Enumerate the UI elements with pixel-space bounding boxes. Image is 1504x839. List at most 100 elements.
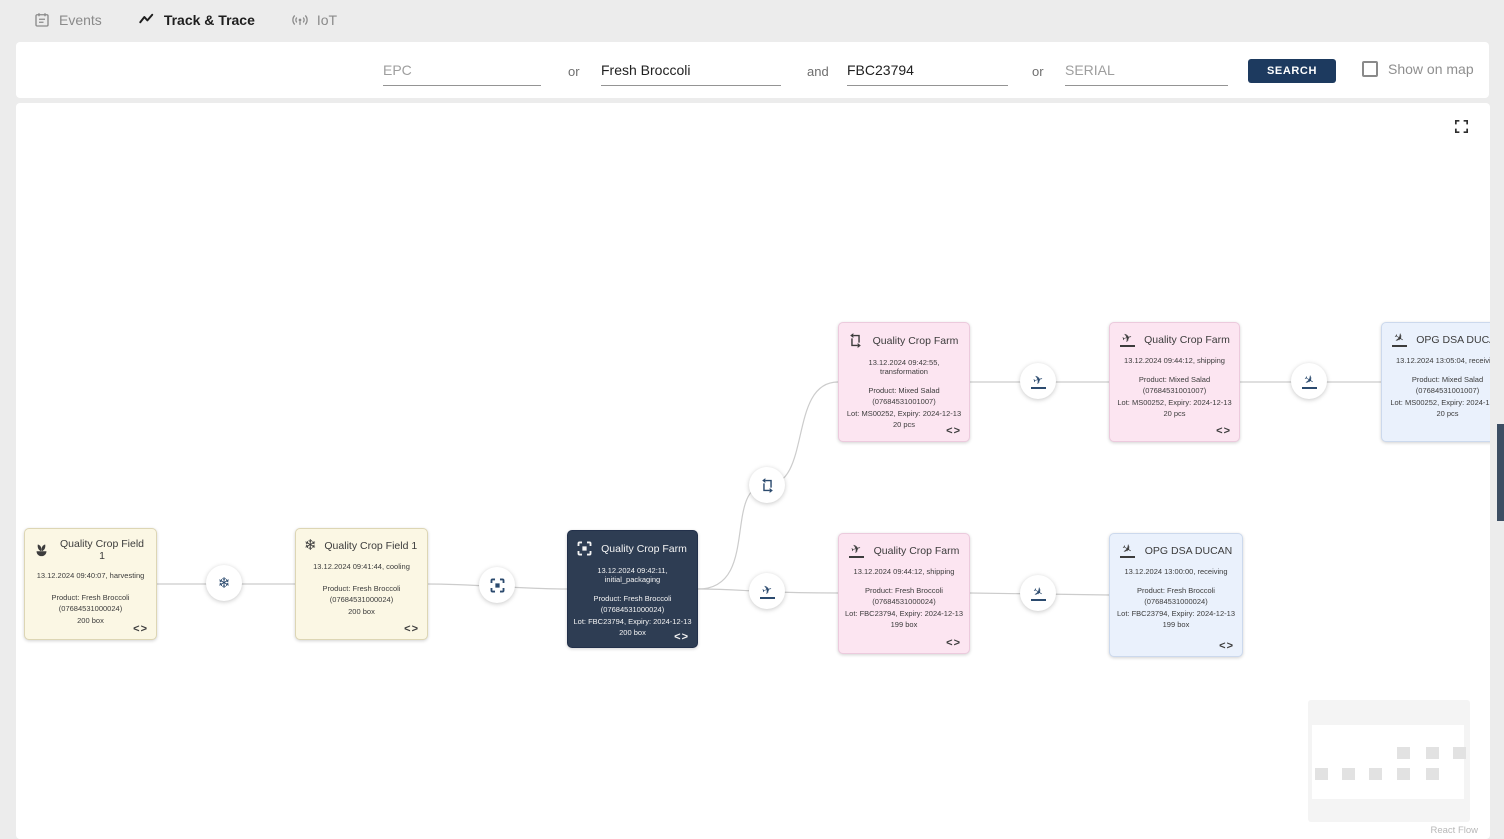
top-nav: Events Track & Trace IoT: [0, 0, 1504, 40]
node-datetime: 13.12.2024 09:44:12, shipping: [844, 567, 964, 576]
package-icon: [576, 540, 593, 557]
node-title: Quality Crop Field 1: [56, 538, 148, 562]
flight-takeoff-icon: ✈: [1029, 374, 1048, 389]
show-on-map-toggle[interactable]: Show on map: [1362, 61, 1474, 77]
edge-badge-landing[interactable]: ✈: [1020, 575, 1056, 611]
flow-node-4[interactable]: Quality Crop Farm13.12.2024 09:42:55, tr…: [838, 322, 970, 442]
flow-node-6[interactable]: ✈ OPG DSA DUCAN 13.12.2024 13:05:04, recei…: [1381, 322, 1490, 442]
node-title: Quality Crop Farm: [872, 545, 961, 557]
node-detail-line: 199 box: [1115, 619, 1237, 630]
code-icon[interactable]: <>: [1216, 425, 1231, 437]
or-label-1: or: [568, 64, 580, 79]
flow-node-8[interactable]: ✈OPG DSA DUCAN13.12.2024 13:00:00, recei…: [1109, 533, 1243, 657]
node-datetime: 13.12.2024 09:44:12, shipping: [1115, 356, 1234, 365]
node-detail-line: Product: Mixed Salad: [844, 385, 964, 396]
scrollbar-thumb[interactable]: [1497, 424, 1504, 521]
node-datetime: 13.12.2024 09:42:11, initial_packaging: [573, 566, 692, 584]
flow-node-5[interactable]: ✈Quality Crop Farm13.12.2024 09:44:12, s…: [1109, 322, 1240, 442]
tab-track-trace[interactable]: Track & Trace: [138, 11, 255, 29]
flight-takeoff-icon: ✈: [1118, 332, 1137, 347]
serial-field-wrap: [1065, 56, 1228, 86]
node-title: OPG DSA DUCAN: [1415, 334, 1490, 346]
lot-input[interactable]: [847, 56, 1008, 86]
edge-badge-takeoff[interactable]: ✈: [749, 573, 785, 609]
minimap[interactable]: [1308, 700, 1470, 822]
code-icon[interactable]: <>: [674, 631, 689, 643]
search-panel: or and or SEARCH Show on map: [16, 42, 1489, 98]
search-button[interactable]: SEARCH: [1248, 59, 1336, 83]
code-icon[interactable]: <>: [1219, 640, 1234, 652]
transform-icon: [847, 332, 864, 349]
lot-field-wrap: [847, 56, 1008, 86]
node-datetime: 13.12.2024 13:00:00, receiving: [1115, 567, 1237, 576]
node-detail-line: Lot: MS00252, Expiry: 2024-12-13: [844, 408, 964, 419]
tab-events[interactable]: Events: [33, 11, 102, 29]
node-detail-line: (07684531000024): [1115, 596, 1237, 607]
node-detail-line: 20 pcs: [1115, 408, 1234, 419]
product-field-wrap: [601, 56, 781, 86]
flight-landing-icon: ✈: [1390, 332, 1409, 347]
node-detail-line: (07684531000024): [301, 594, 422, 605]
flight-landing-icon: ✈: [1300, 374, 1319, 389]
node-details: Product: Mixed Salad(07684531001007)Lot:…: [1387, 374, 1490, 419]
show-on-map-checkbox[interactable]: [1362, 61, 1378, 77]
node-details: Product: Fresh Broccoli(07684531000024)L…: [844, 585, 964, 630]
flight-takeoff-icon: ✈: [847, 543, 866, 558]
tab-events-label: Events: [59, 12, 102, 28]
node-detail-line: Lot: FBC23794, Expiry: 2024-12-13: [573, 616, 692, 627]
flight-landing-icon: ✈: [1029, 586, 1048, 601]
node-detail-line: 20 pcs: [1387, 408, 1490, 419]
edge-badge-transform[interactable]: [749, 467, 785, 503]
node-detail-line: (07684531001007): [1115, 385, 1234, 396]
code-icon[interactable]: <>: [133, 623, 148, 635]
edge-badge-package[interactable]: [479, 567, 515, 603]
node-detail-line: Product: Fresh Broccoli: [30, 592, 151, 603]
node-detail-line: Product: Mixed Salad: [1115, 374, 1234, 385]
flow-node-2[interactable]: ❄Quality Crop Field 113.12.2024 09:41:44…: [295, 528, 428, 640]
node-detail-line: (07684531000024): [844, 596, 964, 607]
transform-icon: [759, 477, 776, 494]
iot-icon: [291, 11, 309, 29]
epc-field-wrap: [383, 56, 541, 86]
node-detail-line: 200 box: [301, 606, 422, 617]
tab-iot[interactable]: IoT: [291, 11, 337, 29]
tab-track-trace-label: Track & Trace: [164, 12, 255, 28]
node-details: Product: Mixed Salad(07684531001007)Lot:…: [844, 385, 964, 430]
node-title: OPG DSA DUCAN: [1143, 545, 1234, 557]
minimap-node: [1426, 768, 1439, 780]
node-detail-line: Lot: MS00252, Expiry: 2024-12-13: [1387, 397, 1490, 408]
node-title: Quality Crop Field 1: [323, 540, 419, 552]
code-icon[interactable]: <>: [404, 623, 419, 635]
epc-input[interactable]: [383, 56, 541, 86]
node-detail-line: Product: Mixed Salad: [1387, 374, 1490, 385]
node-datetime: 13.12.2024 09:41:44, cooling: [301, 562, 422, 571]
minimap-node: [1342, 768, 1355, 780]
edge-badge-snowflake[interactable]: ❄: [206, 565, 242, 601]
fullscreen-button[interactable]: [1453, 118, 1470, 135]
node-details: Product: Fresh Broccoli(07684531000024)2…: [301, 583, 422, 617]
flow-node-3[interactable]: Quality Crop Farm13.12.2024 09:42:11, in…: [567, 530, 698, 648]
serial-input[interactable]: [1065, 56, 1228, 86]
flow-node-1[interactable]: Quality Crop Field 1 13.12.2024 09:40:07,…: [24, 528, 157, 640]
and-label: and: [807, 64, 829, 79]
show-on-map-label: Show on map: [1388, 61, 1474, 77]
minimap-node: [1369, 768, 1382, 780]
flight-takeoff-icon: ✈: [758, 584, 777, 599]
node-detail-line: Product: Fresh Broccoli: [301, 583, 422, 594]
harvest-icon: [33, 542, 50, 559]
minimap-viewport[interactable]: [1312, 725, 1464, 799]
minimap-node: [1315, 768, 1328, 780]
flow-node-7[interactable]: ✈ Quality Crop Farm 13.12.2024 09:44:12, s…: [838, 533, 970, 654]
node-detail-line: 199 box: [844, 619, 964, 630]
edge-badge-landing[interactable]: ✈: [1291, 363, 1327, 399]
node-detail-line: Lot: FBC23794, Expiry: 2024-12-13: [1115, 608, 1237, 619]
node-detail-line: Lot: MS00252, Expiry: 2024-12-13: [1115, 397, 1234, 408]
code-icon[interactable]: <>: [946, 637, 961, 649]
node-datetime: 13.12.2024 13:05:04, receiving: [1387, 356, 1490, 365]
node-datetime: 13.12.2024 09:40:07, harvesting: [30, 571, 151, 580]
edge-badge-takeoff[interactable]: ✈: [1020, 363, 1056, 399]
product-input[interactable]: [601, 56, 781, 86]
events-icon: [33, 11, 51, 29]
code-icon[interactable]: <>: [946, 425, 961, 437]
flow-canvas[interactable]: React Flow Quality Crop Field 113.12.202…: [16, 103, 1490, 839]
